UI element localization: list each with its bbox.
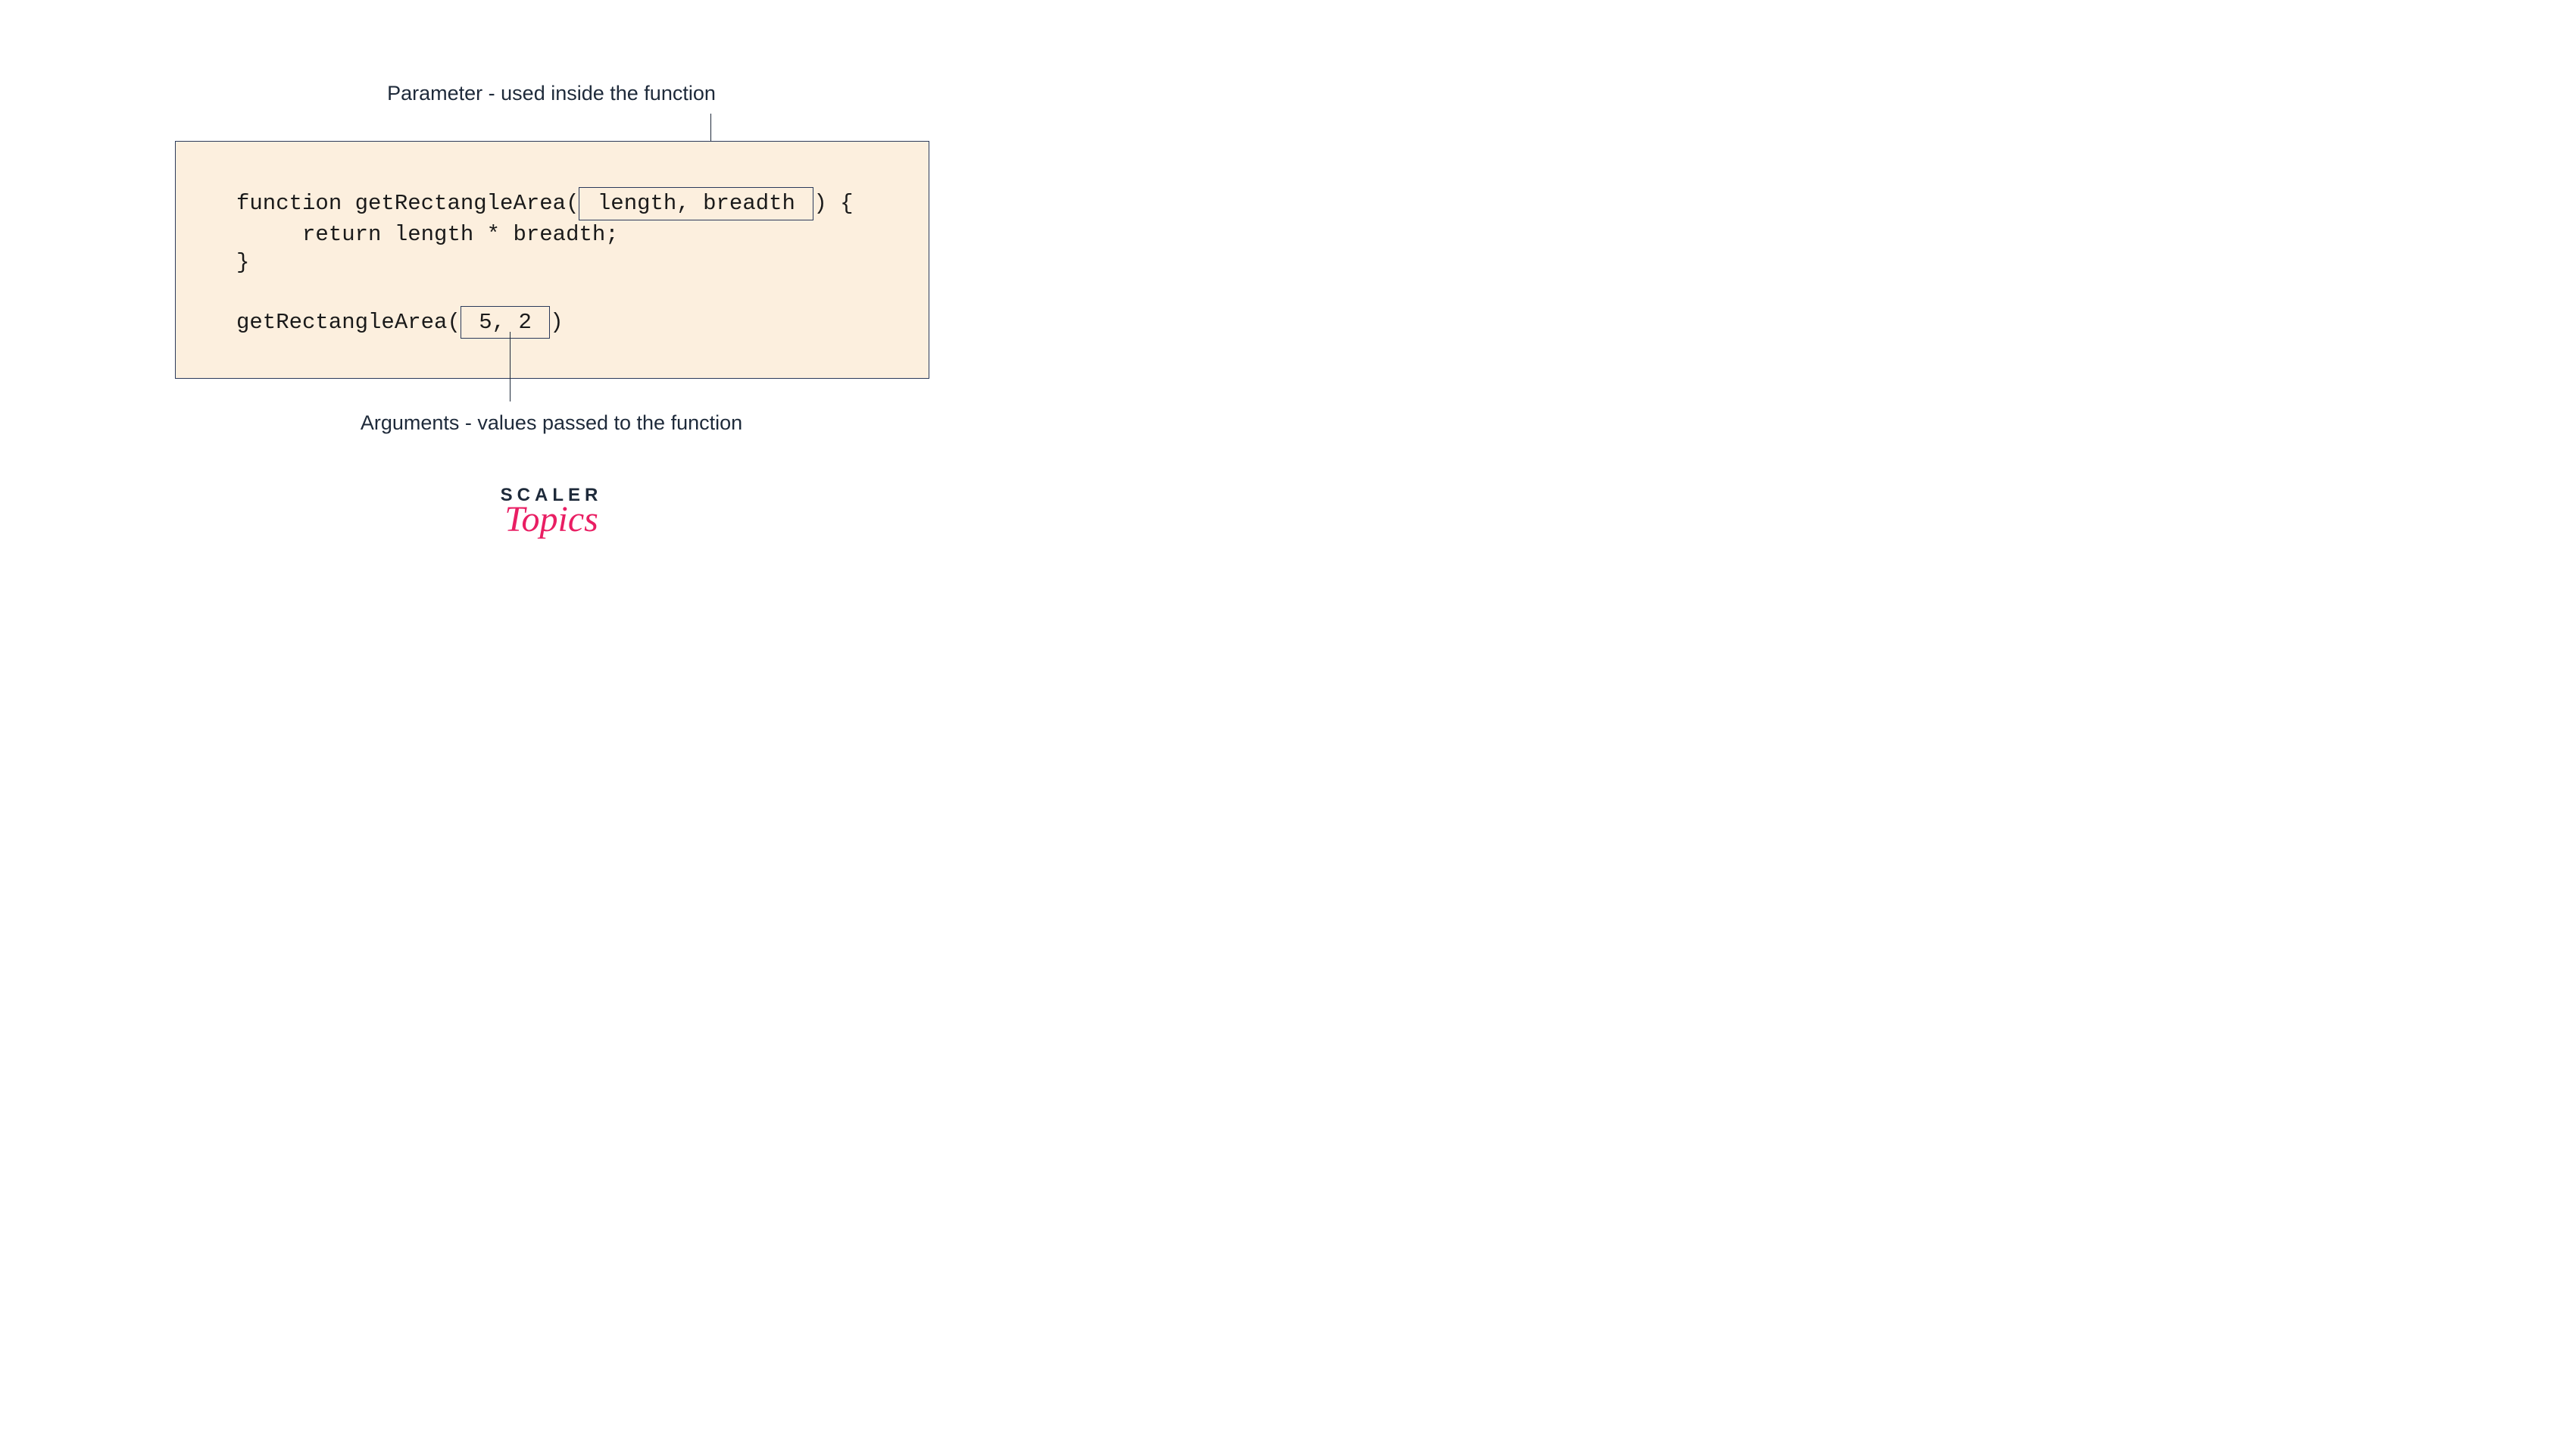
code-line2: return length * breadth; — [236, 222, 619, 247]
code-line1-before: function getRectangleArea( — [236, 191, 579, 216]
arguments-highlight-box: 5, 2 — [461, 306, 550, 339]
code-line1-after: ) { — [813, 191, 853, 216]
code-line3: } — [236, 250, 249, 275]
parameter-label: Parameter - used inside the function — [0, 82, 1103, 105]
arguments-label: Arguments - values passed to the functio… — [0, 411, 1103, 435]
code-line4-after: ) — [550, 310, 563, 335]
code-line4-before: getRectangleArea( — [236, 310, 461, 335]
scaler-topics-logo: SCALER Topics — [0, 485, 1103, 536]
arguments-connector-line — [510, 332, 511, 401]
code-content: function getRectangleArea( length, bread… — [236, 187, 868, 339]
code-block: function getRectangleArea( length, bread… — [175, 141, 929, 379]
logo-topics-text: Topics — [0, 503, 1103, 536]
parameters-highlight-box: length, breadth — [579, 187, 813, 220]
